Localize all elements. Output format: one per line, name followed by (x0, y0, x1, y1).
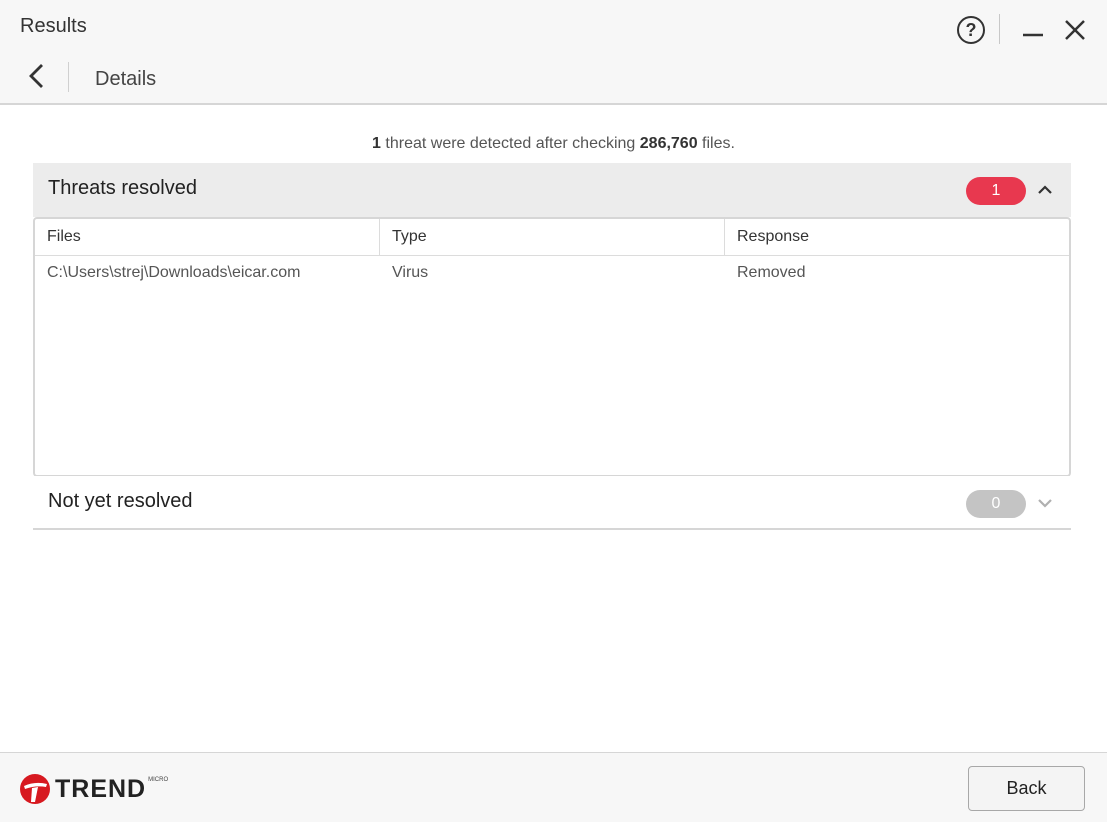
window-title: Results (20, 15, 87, 37)
column-header-type[interactable]: Type (380, 219, 725, 255)
page-title: Details (95, 68, 157, 90)
threat-count: 1 (372, 135, 381, 152)
threats-table: Files Type Response C:\Users\strej\Downl… (33, 217, 1071, 477)
trend-micro-logo-icon (20, 774, 50, 804)
close-icon[interactable] (1062, 17, 1088, 43)
chevron-left-icon[interactable] (26, 62, 48, 90)
chevron-down-icon[interactable] (1037, 495, 1053, 511)
not-yet-resolved-header[interactable]: Not yet resolved 0 (33, 476, 1071, 530)
not-yet-resolved-badge: 0 (966, 490, 1026, 518)
cell-threat-type: Virus (392, 264, 429, 281)
subheader-divider (68, 62, 69, 92)
table-header: Files Type Response (35, 219, 1069, 256)
files-checked-count: 286,760 (639, 135, 698, 152)
summary-text-middle: threat were detected after checking (380, 135, 640, 152)
threats-resolved-badge: 1 (966, 177, 1026, 205)
back-button[interactable]: Back (968, 766, 1085, 811)
trend-micro-logo: TREND MICRO (19, 773, 168, 805)
scan-summary: 1 threat were detected after checking 28… (0, 135, 1107, 153)
table-row[interactable]: C:\Users\strej\Downloads\eicar.com Virus… (35, 259, 1069, 287)
threats-resolved-header[interactable]: Threats resolved 1 (33, 163, 1071, 217)
footer-bar: TREND MICRO Back (0, 752, 1107, 822)
column-header-response[interactable]: Response (725, 219, 1069, 255)
threats-resolved-label: Threats resolved (48, 177, 197, 199)
cell-file-path: C:\Users\strej\Downloads\eicar.com (47, 264, 301, 281)
not-yet-resolved-label: Not yet resolved (48, 490, 193, 512)
chevron-up-icon[interactable] (1037, 182, 1053, 198)
column-header-files[interactable]: Files (35, 219, 380, 255)
minimize-icon[interactable] (1020, 18, 1046, 44)
help-icon[interactable]: ? (957, 16, 985, 44)
title-bar: Results ? Details (0, 0, 1107, 105)
logo-subtext: MICRO (148, 777, 169, 783)
cell-response: Removed (737, 264, 806, 281)
results-window: Results ? Details 1 threat were detected… (0, 0, 1107, 822)
summary-text-end: files. (697, 135, 735, 152)
logo-text: TREND (55, 774, 147, 803)
header-divider (999, 14, 1000, 44)
